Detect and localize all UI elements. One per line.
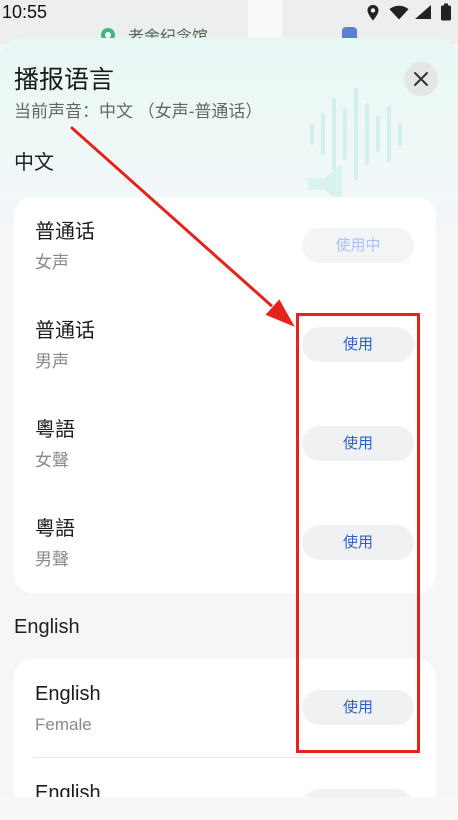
status-bar: 10:55 [0, 0, 458, 26]
voice-language: 普通话 [35, 221, 95, 243]
use-button[interactable] [302, 789, 414, 797]
in-use-button: 使用中 [302, 228, 414, 263]
voice-list[interactable]: 中文 普通话 女声 使用中 普通话 男声 使用 粵語 女聲 使用 粵語 男聲 使… [0, 38, 458, 797]
list-item: 普通话 男声 使用 [14, 296, 436, 395]
section-label-english: English [14, 616, 80, 638]
voice-language: 粵語 [35, 518, 75, 540]
signal-icon [415, 5, 431, 19]
voice-language: English [35, 683, 101, 705]
list-item: English Female 使用 [14, 659, 436, 758]
voice-gender: 女声 [35, 253, 69, 272]
use-button[interactable]: 使用 [302, 327, 414, 362]
list-item: English [14, 758, 436, 797]
use-button[interactable]: 使用 [302, 690, 414, 725]
wifi-icon [389, 5, 409, 20]
voice-language: 粵語 [35, 419, 75, 441]
location-icon [367, 5, 379, 21]
use-button[interactable]: 使用 [302, 525, 414, 560]
voice-gender: Female [35, 715, 92, 734]
voice-card-english: English Female 使用 English [14, 659, 436, 797]
list-item: 粵語 男聲 使用 [14, 494, 436, 593]
section-label-chinese: 中文 [14, 152, 54, 174]
battery-icon [441, 3, 451, 21]
bottom-area [0, 797, 458, 820]
voice-gender: 女聲 [35, 451, 69, 470]
list-item: 粵語 女聲 使用 [14, 395, 436, 494]
status-time: 10:55 [2, 2, 48, 22]
voice-card-chinese: 普通话 女声 使用中 普通话 男声 使用 粵語 女聲 使用 粵語 男聲 使用 [14, 197, 436, 593]
voice-gender: 男聲 [35, 550, 69, 569]
voice-language: English [35, 782, 101, 797]
voice-language-sheet: 播报语言 当前声音：中文 （女声-普通话） 中文 普通话 女声 使用中 普通话 … [0, 38, 458, 820]
voice-language: 普通话 [35, 320, 95, 342]
list-item: 普通话 女声 使用中 [14, 197, 436, 296]
voice-gender: 男声 [35, 352, 69, 371]
use-button[interactable]: 使用 [302, 426, 414, 461]
